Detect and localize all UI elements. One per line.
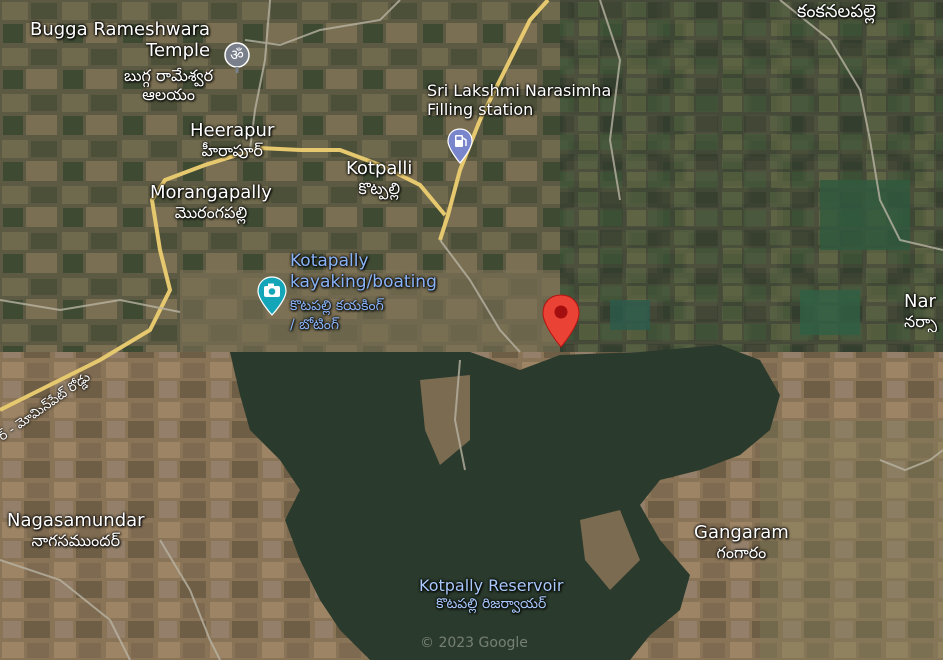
filling-station-name-line2: Filling station [427,100,534,119]
kotpalli-telugu: కొట్పల్లి [358,179,401,198]
bugga-temple-telugu-line2: ఆలయం [142,85,195,104]
place-label-heerapur[interactable]: Heerapur హీరాపూర్ [190,120,274,161]
place-label-kankanalapalle[interactable]: కంకనలపల్లె [797,1,876,22]
morangapally-name: Morangapally [150,182,272,203]
bugga-temple-name-line1: Bugga Rameshwara [30,19,211,40]
nagasamundar-telugu: నాగసముందర్ [31,531,121,550]
camera-icon[interactable] [257,276,287,316]
place-label-kotpalli[interactable]: Kotpalli కొట్పల్లి [346,158,412,199]
morangapally-telugu: మొరంగపల్లి [174,203,248,222]
bugga-temple-name-line2: Temple [146,40,211,61]
filling-station-name-line1: Sri Lakshmi Narasimha [427,81,612,100]
place-label-morangapally[interactable]: Morangapally మొరంగపల్లి [150,182,272,223]
map-pin-icon[interactable] [540,293,582,349]
kayaking-telugu-line2: / బోటింగ్ [290,317,340,333]
gangaram-telugu: గంగారం [716,543,767,562]
nar-telugu: నర్సా [904,312,938,331]
place-label-bugga-temple[interactable]: Bugga Rameshwara Temple [30,19,210,61]
place-label-nagasamundar[interactable]: Nagasamundar నాగసముందర్ [7,510,145,551]
satellite-map[interactable]: Bugga Rameshwara Temple బుగ్గ రామేశ్వర ఆ… [0,0,943,660]
kayaking-name-line2: kayaking/boating [290,272,437,292]
place-label-kayaking-telugu: కొటపల్లి కయకింగ్ / బోటింగ్ [290,297,384,335]
reservoir-telugu: కొటపల్లి రిజర్వాయర్ [436,596,547,612]
kayaking-name-line1: Kotapally [290,251,369,271]
heerapur-name: Heerapur [190,120,275,141]
kankanalapalle-telugu: కంకనలపల్లె [797,1,876,22]
nagasamundar-name: Nagasamundar [7,510,145,531]
nar-name: Nar [904,291,936,312]
om-icon[interactable]: ॐ [224,42,250,74]
place-label-filling-station[interactable]: Sri Lakshmi Narasimha Filling station [427,81,611,119]
place-label-kayaking[interactable]: Kotapally kayaking/boating [290,251,437,293]
bugga-temple-telugu-line1: బుగ్గ రామేశ్వర [124,66,214,85]
place-label-gangaram[interactable]: Gangaram గంగారం [694,522,789,563]
place-label-reservoir[interactable]: Kotpally Reservoir కొటపల్లి రిజర్వాయర్ [419,576,563,613]
reservoir-name: Kotpally Reservoir [419,576,564,595]
kayaking-telugu-line1: కొటపల్లి కయకింగ్ [290,298,384,314]
fuel-pump-icon[interactable] [447,128,473,164]
place-label-bugga-temple-telugu: బుగ్గ రామేశ్వర ఆలయం [124,66,213,104]
heerapur-telugu: హీరాపూర్ [201,141,263,160]
copyright-watermark: © 2023 Google [420,635,528,651]
copyright-text: © 2023 Google [420,635,528,651]
gangaram-name: Gangaram [694,522,789,543]
place-label-nar[interactable]: Nar నర్సా [904,291,943,332]
svg-text:ॐ: ॐ [230,46,244,64]
kotpalli-name: Kotpalli [346,158,413,179]
